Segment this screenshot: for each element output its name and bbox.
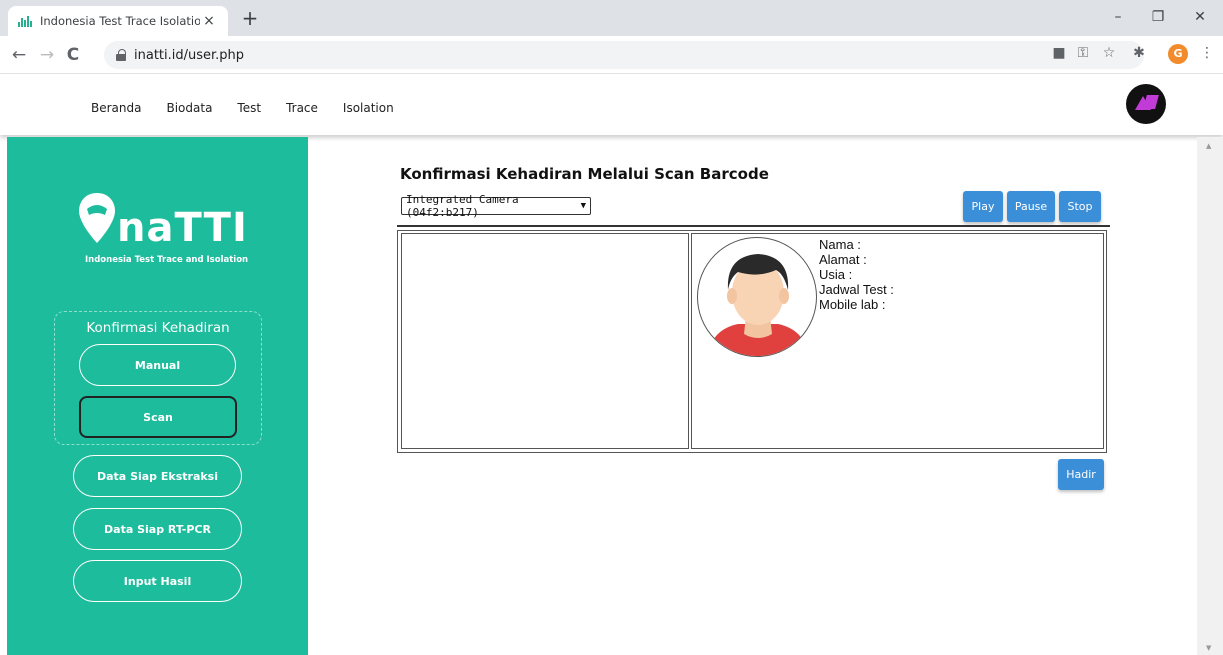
camera-select[interactable]: Integrated Camera (04f2:b217) ▼ <box>401 193 591 219</box>
divider <box>397 225 1110 227</box>
extensions-icon[interactable]: ✱ <box>1128 45 1150 61</box>
location-pin-icon <box>79 193 115 243</box>
window-restore-button[interactable]: ❐ <box>1138 4 1178 32</box>
manual-button[interactable]: Manual <box>79 344 236 386</box>
page-scrollbar[interactable] <box>1197 137 1223 655</box>
star-icon[interactable]: ☆ <box>1098 45 1120 61</box>
site-favicon-icon <box>18 15 32 27</box>
profile-placeholder-icon <box>697 237 817 357</box>
tab-title: Indonesia Test Trace Isolation <box>40 14 200 28</box>
window-close-button[interactable]: ✕ <box>1180 4 1220 32</box>
profile-avatar[interactable]: G <box>1168 44 1188 64</box>
url-text: inatti.id/user.php <box>134 47 245 63</box>
browser-tabbar: Indonesia Test Trace Isolation × + – ❐ ✕ <box>0 0 1223 36</box>
scan-button[interactable]: Scan <box>79 396 237 438</box>
scroll-down-icon[interactable]: ▼ <box>1206 644 1211 652</box>
field-usia: Usia : <box>819 267 853 282</box>
nav-test[interactable]: Test <box>237 101 261 115</box>
hadir-button[interactable]: Hadir <box>1058 459 1104 490</box>
browser-tab[interactable]: Indonesia Test Trace Isolation × <box>8 6 228 36</box>
play-button[interactable]: Play <box>963 191 1003 222</box>
menu-icon[interactable]: ⋮ <box>1196 45 1218 61</box>
camera-preview <box>401 233 689 449</box>
field-nama: Nama : <box>819 237 861 252</box>
nav-isolation[interactable]: Isolation <box>343 101 394 115</box>
user-avatar[interactable] <box>1126 84 1166 124</box>
site-navbar: Beranda Biodata Test Trace Isolation <box>0 75 1223 135</box>
chevron-down-icon: ▼ <box>580 201 586 211</box>
back-button[interactable]: ← <box>6 42 32 68</box>
nav-trace[interactable]: Trace <box>286 101 318 115</box>
logo-tagline: Indonesia Test Trace and Isolation <box>85 255 249 265</box>
nav-biodata[interactable]: Biodata <box>166 101 212 115</box>
field-mobile-lab: Mobile lab : <box>819 297 886 312</box>
sidebar: naTTI Indonesia Test Trace and Isolation… <box>7 137 308 655</box>
browser-toolbar: ← → C inatti.id/user.php ■ ⚿ ☆ ✱ G ⋮ <box>0 36 1223 74</box>
lock-icon <box>116 49 126 61</box>
konfirmasi-group-title: Konfirmasi Kehadiran <box>86 320 230 336</box>
nav-beranda[interactable]: Beranda <box>91 101 141 115</box>
field-jadwal-test: Jadwal Test : <box>819 282 894 297</box>
tab-close-icon[interactable]: × <box>200 13 218 29</box>
field-alamat: Alamat : <box>819 252 867 267</box>
window-minimize-button[interactable]: – <box>1098 4 1138 32</box>
pause-button[interactable]: Pause <box>1007 191 1055 222</box>
input-hasil-button[interactable]: Input Hasil <box>73 560 242 602</box>
page-title: Konfirmasi Kehadiran Melalui Scan Barcod… <box>400 165 769 183</box>
data-siap-ekstraksi-button[interactable]: Data Siap Ekstraksi <box>73 455 242 497</box>
nav-links: Beranda Biodata Test Trace Isolation <box>91 101 419 115</box>
new-tab-button[interactable]: + <box>236 6 264 32</box>
reload-button[interactable]: C <box>60 42 86 68</box>
address-bar[interactable]: inatti.id/user.php <box>104 41 1144 69</box>
inatti-logo: naTTI Indonesia Test Trace and Isolation <box>77 189 257 269</box>
camera-icon[interactable]: ■ <box>1048 45 1070 61</box>
scroll-up-icon[interactable]: ▲ <box>1206 142 1211 150</box>
data-siap-rtpcr-button[interactable]: Data Siap RT-PCR <box>73 508 242 550</box>
logo-brand-text: naTTI <box>117 205 248 251</box>
forward-button[interactable]: → <box>34 42 60 68</box>
participant-info: Nama : Alamat : Usia : Jadwal Test : Mob… <box>819 237 894 312</box>
camera-select-value: Integrated Camera (04f2:b217) <box>406 193 519 219</box>
key-icon[interactable]: ⚿ <box>1072 45 1094 61</box>
stop-button[interactable]: Stop <box>1059 191 1101 222</box>
